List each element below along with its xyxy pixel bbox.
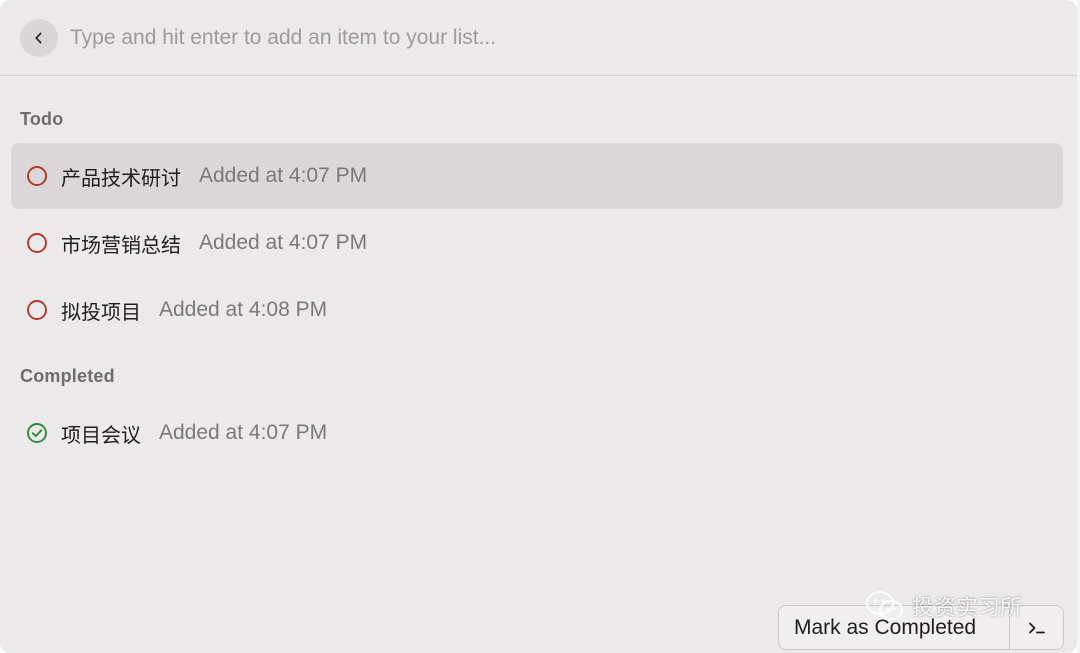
item-title: 产品技术研讨 <box>61 165 181 190</box>
circle-icon <box>26 232 48 254</box>
chevron-left-icon <box>35 32 42 44</box>
search-bar <box>0 0 1077 76</box>
back-button[interactable] <box>20 19 58 57</box>
item-title: 项目会议 <box>61 422 141 447</box>
circle-icon <box>26 299 48 321</box>
list-item[interactable]: 市场营销总结 Added at 4:07 PM <box>11 210 1063 276</box>
mark-as-completed-button[interactable]: Mark as Completed <box>779 606 1009 649</box>
extension-window: Todo 产品技术研讨 Added at 4:07 PM 市场营销总结 Adde… <box>0 0 1077 653</box>
item-subtitle: Added at 4:07 PM <box>199 231 368 254</box>
item-title: 市场营销总结 <box>61 232 181 257</box>
item-title: 拟投项目 <box>61 299 141 324</box>
action-bar: Mark as Completed <box>778 605 1064 650</box>
checkmark-circle-icon <box>26 422 48 444</box>
list-item[interactable]: 产品技术研讨 Added at 4:07 PM <box>11 143 1063 209</box>
list-item[interactable]: 项目会议 Added at 4:07 PM <box>11 400 1063 466</box>
item-subtitle: Added at 4:07 PM <box>159 421 328 444</box>
section-title-completed: Completed <box>20 366 115 386</box>
section-title-todo: Todo <box>20 109 64 129</box>
actions-menu-button[interactable] <box>1010 606 1063 649</box>
search-input[interactable] <box>70 20 1030 56</box>
item-subtitle: Added at 4:07 PM <box>199 164 368 187</box>
item-subtitle: Added at 4:08 PM <box>159 298 328 321</box>
terminal-prompt-icon <box>1028 622 1045 633</box>
circle-icon <box>26 165 48 187</box>
list-item[interactable]: 拟投项目 Added at 4:08 PM <box>11 277 1063 343</box>
